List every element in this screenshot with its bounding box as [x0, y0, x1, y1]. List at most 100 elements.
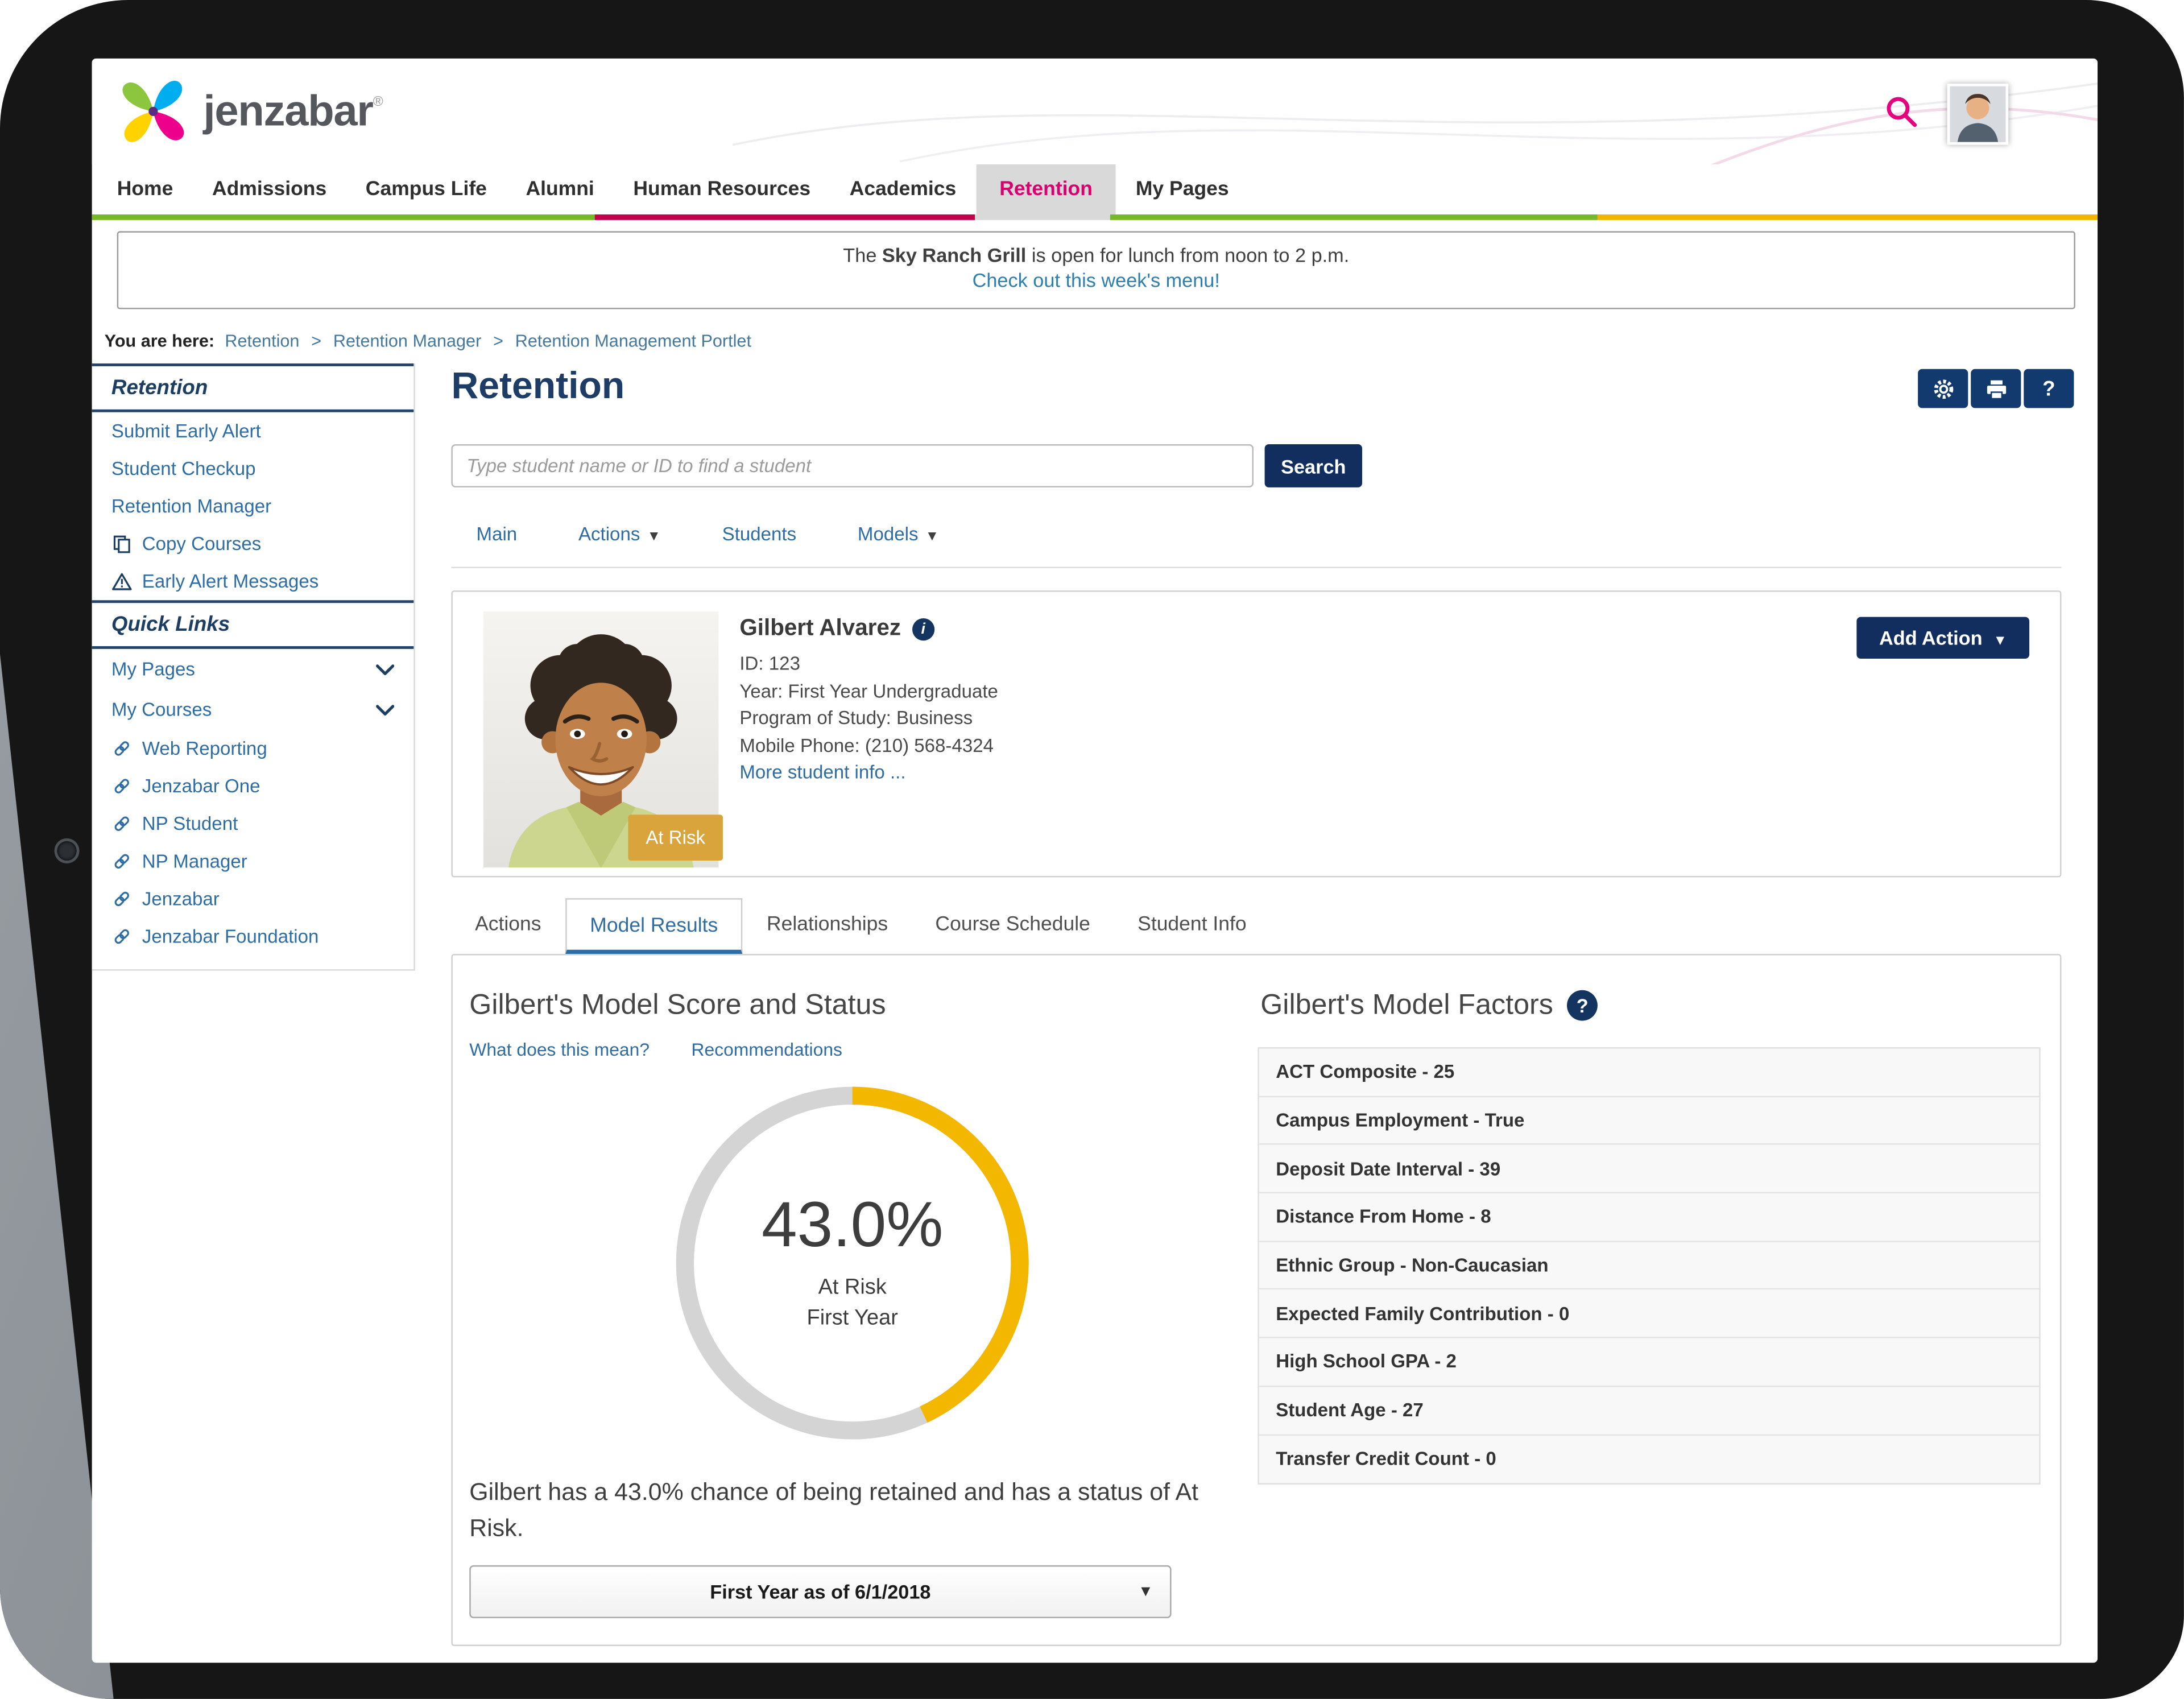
header: jenzabar® [92, 59, 2098, 164]
tablet-camera [57, 841, 76, 861]
menu-item-students[interactable]: Students [722, 524, 797, 545]
tablet-bezel: jenzabar® [0, 0, 2184, 1699]
caret-down-icon: ▼ [925, 529, 939, 544]
nav-color-bar [92, 214, 2098, 220]
brand-wordmark: jenzabar® [204, 86, 383, 137]
chevron-down-icon [376, 664, 394, 675]
tab-student-info[interactable]: Student Info [1114, 898, 1271, 954]
link-icon [111, 851, 133, 872]
stage: jenzabar® [0, 0, 2184, 1699]
sidebar-item-early-alert-messages[interactable]: Early Alert Messages [92, 563, 414, 600]
jenzabar-logo[interactable]: jenzabar® [114, 72, 383, 150]
student-card: At Risk Gilbert Alvarez i ID: 123 Year: … [451, 590, 2061, 877]
nav-item-admissions[interactable]: Admissions [193, 164, 346, 214]
settings-button[interactable] [1918, 369, 1968, 408]
factor-row: Distance From Home - 8 [1259, 1193, 2039, 1242]
tab-actions[interactable]: Actions [451, 898, 565, 954]
nav-item-campus-life[interactable]: Campus Life [346, 164, 507, 214]
nav-item-my-pages[interactable]: My Pages [1116, 164, 1248, 214]
sidebar-link-jenzabar-foundation[interactable]: Jenzabar Foundation [92, 917, 414, 955]
nav-item-alumni[interactable]: Alumni [506, 164, 614, 214]
breadcrumb-item-retention[interactable]: Retention [225, 332, 299, 351]
what-does-this-mean-link[interactable]: What does this mean? [469, 1039, 650, 1060]
link-icon [111, 776, 133, 797]
sidebar-item-submit-early-alert[interactable]: Submit Early Alert [92, 412, 414, 450]
jenzabar-logo-icon [114, 72, 192, 150]
search-button[interactable]: Search [1265, 444, 1362, 487]
printer-icon [1984, 377, 2008, 400]
score-panel-title: Gilbert's Model Score and Status [469, 989, 886, 1022]
recommendations-link[interactable]: Recommendations [692, 1039, 842, 1060]
tab-model-results[interactable]: Model Results [565, 898, 743, 954]
nav-item-human-resources[interactable]: Human Resources [614, 164, 830, 214]
detail-tabs: Actions Model Results Relationships Cour… [451, 898, 1270, 954]
more-student-info-link[interactable]: More student info ... [739, 759, 998, 786]
help-icon: ? [2042, 377, 2055, 400]
factor-row: Student Age - 27 [1259, 1387, 2039, 1435]
info-icon[interactable]: i [912, 618, 934, 640]
help-button[interactable]: ? [2024, 369, 2074, 408]
factor-row: Campus Employment - True [1259, 1097, 2039, 1145]
student-year: Year: First Year Undergraduate [739, 677, 998, 705]
factor-row: Transfer Credit Count - 0 [1259, 1435, 2039, 1483]
user-avatar[interactable] [1947, 84, 2009, 145]
sidebar-item-retention-manager[interactable]: Retention Manager [92, 487, 414, 525]
portal-screen: jenzabar® [92, 59, 2098, 1663]
tab-relationships[interactable]: Relationships [743, 898, 911, 954]
page-title: Retention [451, 365, 624, 408]
sidebar-link-np-student[interactable]: NP Student [92, 805, 414, 842]
warning-icon [111, 571, 133, 592]
factor-row: Deposit Date Interval - 39 [1259, 1145, 2039, 1193]
link-icon [111, 888, 133, 910]
menu-item-main[interactable]: Main [477, 524, 518, 545]
breadcrumb-separator: > [493, 332, 503, 351]
gear-icon [1931, 377, 1955, 400]
factor-row: Expected Family Contribution - 0 [1259, 1290, 2039, 1338]
nav-item-home[interactable]: Home [97, 164, 192, 214]
primary-nav: Home Admissions Campus Life Alumni Human… [92, 164, 2098, 214]
menu-item-actions[interactable]: Actions▼ [578, 524, 661, 545]
at-risk-badge: At Risk [628, 815, 723, 861]
announcement-text: The Sky Ranch Grill is open for lunch fr… [118, 243, 2074, 266]
sidebar-item-copy-courses[interactable]: Copy Courses [92, 525, 414, 563]
sidebar-link-jenzabar-one[interactable]: Jenzabar One [92, 767, 414, 805]
print-button[interactable] [1971, 369, 2021, 408]
help-circle-icon[interactable]: ? [1567, 990, 1598, 1021]
link-icon [111, 813, 133, 834]
nav-item-retention[interactable]: Retention [976, 164, 1116, 214]
factor-row: ACT Composite - 25 [1259, 1049, 2039, 1097]
model-period-select[interactable]: First Year as of 6/1/2018 ▼ [469, 1565, 1171, 1618]
caret-down-icon: ▼ [1989, 634, 2007, 649]
menu-item-models[interactable]: Models▼ [858, 524, 939, 545]
model-results-panel: Gilbert's Model Score and Status What do… [451, 954, 2061, 1646]
breadcrumb-item-portlet[interactable]: Retention Management Portlet [515, 332, 751, 351]
caret-down-icon: ▼ [647, 529, 661, 544]
chevron-down-icon [376, 704, 394, 716]
breadcrumb-separator: > [311, 332, 321, 351]
sidebar-link-np-manager[interactable]: NP Manager [92, 842, 414, 880]
link-icon [111, 738, 133, 759]
factor-row: Ethnic Group - Non-Caucasian [1259, 1242, 2039, 1290]
student-id: ID: 123 [739, 650, 998, 677]
sidebar-section-quick-links: Quick Links [92, 600, 414, 649]
user-avatar-image [1950, 86, 2005, 142]
breadcrumb-item-retention-manager[interactable]: Retention Manager [333, 332, 481, 351]
student-search-input[interactable] [451, 444, 1254, 487]
registered-mark: ® [373, 94, 383, 110]
add-action-button[interactable]: Add Action ▼ [1857, 617, 2029, 659]
sidebar-expand-my-courses[interactable]: My Courses [92, 689, 414, 730]
portlet-menu: Main Actions▼ Students Models▼ [477, 524, 939, 545]
portlet-toolbar: ? [1918, 369, 2074, 408]
model-factors-table: ACT Composite - 25 Campus Employment - T… [1258, 1047, 2040, 1485]
sidebar-link-web-reporting[interactable]: Web Reporting [92, 730, 414, 767]
copy-icon [111, 534, 133, 555]
announcement-link[interactable]: Check out this week's menu! [973, 269, 1220, 291]
sidebar-link-jenzabar[interactable]: Jenzabar [92, 880, 414, 917]
sidebar-expand-my-pages[interactable]: My Pages [92, 649, 414, 689]
sidebar-item-student-checkup[interactable]: Student Checkup [92, 450, 414, 487]
tab-course-schedule[interactable]: Course Schedule [912, 898, 1114, 954]
global-search-button[interactable] [1880, 92, 1922, 134]
student-phone: Mobile Phone: (210) 568-4324 [739, 732, 998, 759]
nav-item-academics[interactable]: Academics [830, 164, 975, 214]
factor-row: High School GPA - 2 [1259, 1338, 2039, 1387]
